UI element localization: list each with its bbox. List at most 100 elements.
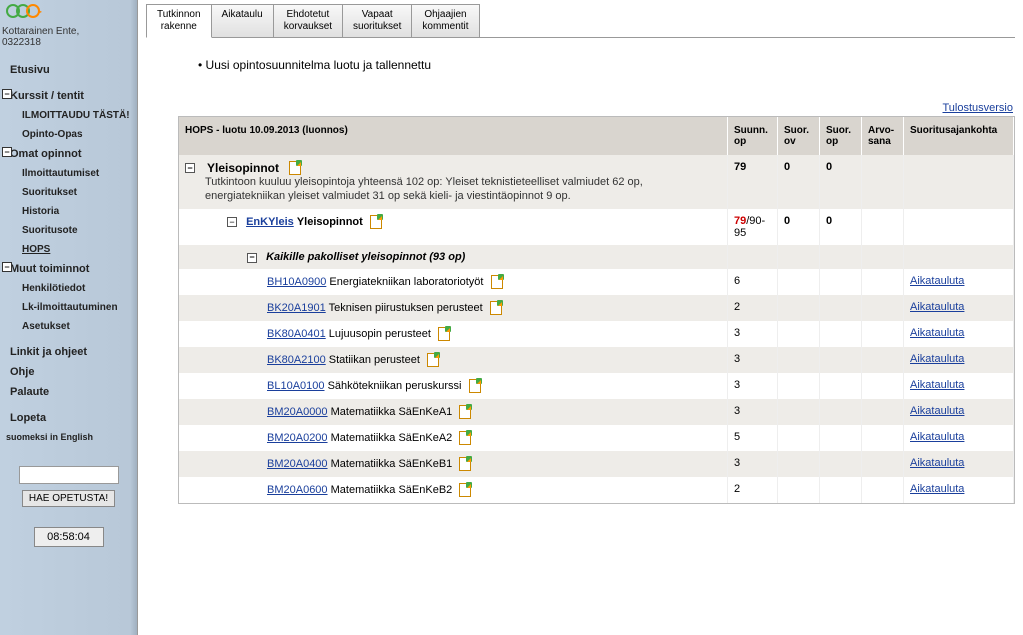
sidebar: ▸ Kottarainen Ente, 0322318 Etusivu −Kur… (0, 0, 138, 635)
course-row: BK80A0401 Lujuusopin perusteet 3Aikataul… (179, 321, 1014, 347)
note-icon[interactable] (459, 457, 471, 471)
course-row: BL10A0100 Sähkötekniikan peruskurssi 3Ai… (179, 373, 1014, 399)
course-code[interactable]: BM20A0400 (267, 458, 328, 470)
expand-icon[interactable]: − (2, 89, 12, 99)
group-title: Yleisopinnot (207, 161, 279, 175)
expand-icon[interactable]: − (2, 147, 12, 157)
note-icon[interactable] (427, 353, 439, 367)
schedule-link[interactable]: Aikatauluta (910, 379, 964, 391)
nav-ay[interactable]: Lk-ilmoittautuminen (0, 298, 137, 317)
nav-ownstudies[interactable]: −Omat opinnot (0, 144, 137, 164)
collapse-icon[interactable]: − (227, 217, 237, 227)
nav-enrollments[interactable]: Ilmoittautumiset (0, 164, 137, 183)
search-button[interactable]: HAE OPETUSTA! (22, 490, 115, 507)
hops-table: HOPS - luotu 10.09.2013 (luonnos) Suunn.… (178, 116, 1015, 504)
course-row: BM20A0600 Matematiikka SäEnKeB2 2Aikatau… (179, 477, 1014, 503)
nav-settings[interactable]: Asetukset (0, 317, 137, 336)
course-name: Statiikan perusteet (329, 354, 420, 366)
schedule-link[interactable]: Aikatauluta (910, 431, 964, 443)
course-row: BK20A1901 Teknisen piirustuksen perustee… (179, 295, 1014, 321)
note-icon[interactable] (469, 379, 481, 393)
tab-free[interactable]: Vapaatsuoritukset (342, 4, 412, 38)
tab-comments[interactable]: Ohjaajienkommentit (411, 4, 479, 38)
subgroup-row: − EnKYleis Yleisopinnot 79/90-95 0 0 (179, 209, 1014, 245)
tab-structure[interactable]: Tutkinnonrakenne (146, 4, 212, 38)
note-icon[interactable] (491, 275, 503, 289)
nav-other[interactable]: −Muut toiminnot (0, 259, 137, 279)
course-code[interactable]: BM20A0200 (267, 432, 328, 444)
subgroup-code[interactable]: EnKYleis (246, 216, 294, 228)
note-icon[interactable] (490, 301, 502, 315)
note-icon[interactable] (459, 483, 471, 497)
course-row: BM20A0200 Matematiikka SäEnKeA2 5Aikatau… (179, 425, 1014, 451)
header-suorop: Suor. op (820, 117, 862, 155)
expand-icon[interactable]: − (2, 262, 12, 272)
nav-guide[interactable]: Opinto-Opas (0, 125, 137, 144)
group-row: − Yleisopinnot Tutkintoon kuuluu yleisopi… (179, 155, 1014, 209)
nav-register[interactable]: ILMOITTAUDU TÄSTÄ! (0, 106, 137, 125)
collapse-icon[interactable]: − (185, 163, 195, 173)
nav-extract[interactable]: Suoritusote (0, 221, 137, 240)
course-code[interactable]: BH10A0900 (267, 276, 326, 288)
course-name: Matematiikka SäEnKeA2 (331, 432, 453, 444)
nav-help[interactable]: Ohje (0, 362, 137, 382)
nav-completions[interactable]: Suoritukset (0, 183, 137, 202)
course-code[interactable]: BM20A0600 (267, 484, 328, 496)
note-icon[interactable] (289, 161, 301, 175)
header-ajank: Suoritusajankohta (904, 117, 1014, 155)
clock: 08:58:04 (34, 527, 104, 547)
nav-hops[interactable]: HOPS (0, 240, 137, 259)
nav-personal[interactable]: Henkilötiedot (0, 279, 137, 298)
note-icon[interactable] (459, 431, 471, 445)
tab-schedule[interactable]: Aikataulu (211, 4, 274, 38)
tab-substitutions[interactable]: Ehdotetutkorvaukset (273, 4, 343, 38)
course-code[interactable]: BK20A1901 (267, 302, 326, 314)
header-suorov: Suor. ov (778, 117, 820, 155)
tabs: Tutkinnonrakenne Aikataulu Ehdotetutkorv… (146, 4, 1023, 38)
user-info: Kottarainen Ente, 0322318 (0, 22, 137, 54)
group-desc: Tutkintoon kuuluu yleisopintoja yhteensä… (185, 175, 721, 203)
nav-feedback[interactable]: Palaute (0, 382, 137, 402)
schedule-link[interactable]: Aikatauluta (910, 275, 964, 287)
nav-logout[interactable]: Lopeta (0, 408, 137, 428)
header-title: HOPS - luotu 10.09.2013 (luonnos) (179, 117, 728, 155)
collapse-icon[interactable]: − (247, 253, 257, 263)
schedule-link[interactable]: Aikatauluta (910, 301, 964, 313)
logo: ▸ (0, 0, 137, 22)
nav-history[interactable]: Historia (0, 202, 137, 221)
note-icon[interactable] (459, 405, 471, 419)
course-name: Lujuusopin perusteet (329, 328, 431, 340)
print-link[interactable]: Tulostusversio (178, 102, 1013, 114)
lang-switch[interactable]: suomeksi in English (0, 428, 137, 446)
note-icon[interactable] (438, 327, 450, 341)
course-row: BK80A2100 Statiikan perusteet 3Aikataulu… (179, 347, 1014, 373)
course-row: BM20A0000 Matematiikka SäEnKeA1 3Aikatau… (179, 399, 1014, 425)
schedule-link[interactable]: Aikatauluta (910, 405, 964, 417)
note-icon[interactable] (370, 215, 382, 229)
status-message: Uusi opintosuunnitelma luotu ja tallenne… (198, 58, 1015, 72)
course-name: Matematiikka SäEnKeB1 (331, 458, 453, 470)
schedule-link[interactable]: Aikatauluta (910, 353, 964, 365)
course-name: Matematiikka SäEnKeA1 (331, 406, 453, 418)
course-name: Teknisen piirustuksen perusteet (329, 302, 483, 314)
course-code[interactable]: BK80A0401 (267, 328, 326, 340)
schedule-link[interactable]: Aikatauluta (910, 327, 964, 339)
search-input[interactable] (19, 466, 119, 484)
header-arvo: Arvo-sana (862, 117, 904, 155)
schedule-link[interactable]: Aikatauluta (910, 457, 964, 469)
course-name: Matematiikka SäEnKeB2 (331, 484, 453, 496)
table-header: HOPS - luotu 10.09.2013 (luonnos) Suunn.… (179, 117, 1014, 155)
course-row: BM20A0400 Matematiikka SäEnKeB1 3Aikatau… (179, 451, 1014, 477)
course-name: Energiatekniikan laboratoriotyöt (329, 276, 483, 288)
course-code[interactable]: BL10A0100 (267, 380, 325, 392)
course-code[interactable]: BK80A2100 (267, 354, 326, 366)
nav-home[interactable]: Etusivu (0, 60, 137, 80)
nav-links[interactable]: Linkit ja ohjeet (0, 342, 137, 362)
nav-courses[interactable]: −Kurssit / tentit (0, 86, 137, 106)
header-suunn: Suunn. op (728, 117, 778, 155)
course-name: Sähkötekniikan peruskurssi (328, 380, 462, 392)
course-row: BH10A0900 Energiatekniikan laboratorioty… (179, 269, 1014, 295)
schedule-link[interactable]: Aikatauluta (910, 483, 964, 495)
course-code[interactable]: BM20A0000 (267, 406, 328, 418)
subsubgroup-row: − Kaikille pakolliset yleisopinnot (93 o… (179, 245, 1014, 269)
